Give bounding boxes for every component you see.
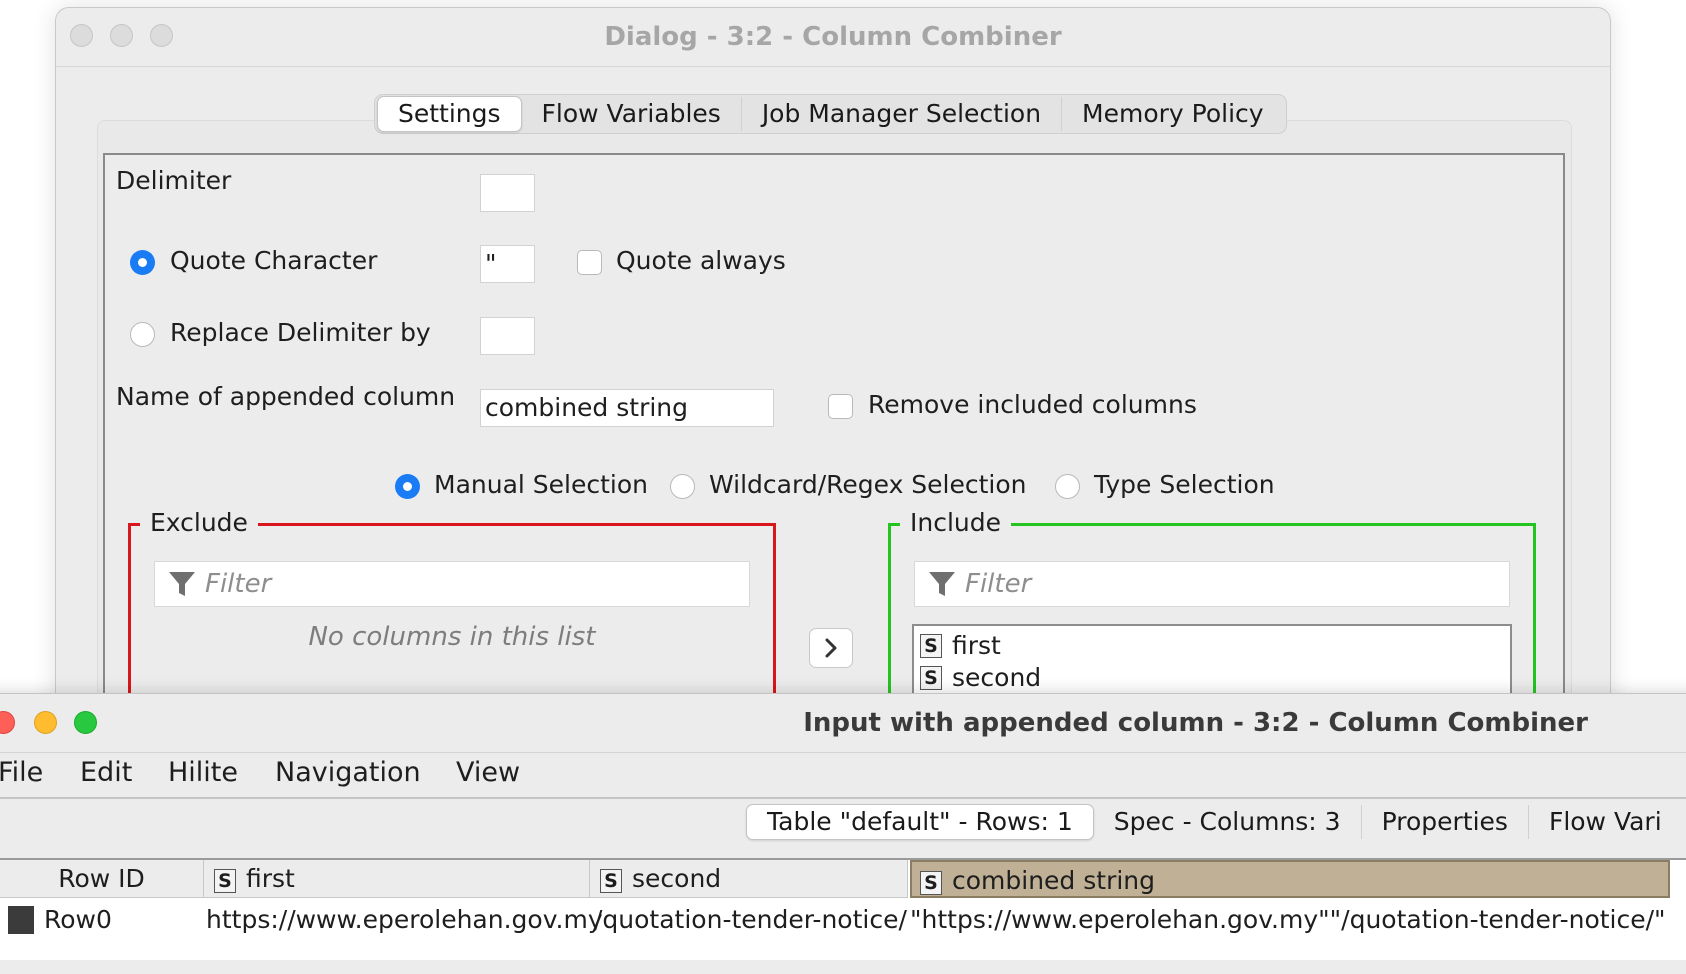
tab-memory-policy[interactable]: Memory Policy [1062, 97, 1284, 131]
tab-properties[interactable]: Properties [1362, 805, 1529, 839]
type-selection-label: Type Selection [1094, 470, 1275, 499]
zoom-window-button[interactable] [74, 711, 97, 734]
exclude-filter-input[interactable]: Filter [154, 561, 750, 607]
funnel-icon [169, 572, 195, 596]
data-table: Row ID Sfirst Ssecond Scombined string R… [0, 858, 1686, 960]
exclude-label: Exclude [140, 508, 258, 537]
header-label: first [246, 864, 295, 893]
quote-character-radio[interactable] [130, 250, 155, 275]
menu-file[interactable]: File [0, 757, 43, 788]
tab-table-default[interactable]: Table "default" - Rows: 1 [746, 804, 1094, 840]
appended-column-label: Name of appended column [116, 382, 456, 411]
menu-edit[interactable]: Edit [80, 757, 132, 788]
cell-second[interactable]: /quotation-tender-notice/ [594, 900, 907, 940]
include-filter-input[interactable]: Filter [914, 561, 1510, 607]
minimize-window-button[interactable] [34, 711, 57, 734]
exclude-filter-placeholder: Filter [205, 569, 272, 599]
string-type-icon: S [214, 869, 236, 893]
menu-navigation[interactable]: Navigation [275, 757, 421, 788]
quote-always-checkbox[interactable] [577, 250, 602, 275]
string-type-icon: S [920, 634, 942, 658]
add-column-button[interactable] [809, 628, 853, 668]
menu-view[interactable]: View [456, 757, 520, 788]
include-item-label: second [952, 663, 1042, 692]
header-combined-string[interactable]: Scombined string [910, 860, 1670, 898]
table-tabs: Table "default" - Rows: 1 Spec - Columns… [744, 802, 1684, 842]
row-id-cell: Row0 [44, 905, 112, 934]
string-type-icon: S [600, 869, 622, 893]
quote-character-label: Quote Character [170, 246, 378, 275]
manual-selection-radio[interactable] [395, 474, 420, 499]
tab-job-manager-selection[interactable]: Job Manager Selection [742, 97, 1063, 131]
list-item[interactable]: S second [920, 662, 1041, 694]
appended-column-field[interactable]: combined string [480, 389, 774, 427]
close-window-button[interactable] [0, 711, 15, 734]
include-filter-placeholder: Filter [965, 569, 1032, 599]
string-type-icon: S [920, 666, 942, 690]
tab-spec[interactable]: Spec - Columns: 3 [1094, 805, 1362, 839]
divider [0, 797, 1686, 799]
string-type-icon: S [920, 871, 942, 895]
remove-included-label: Remove included columns [868, 390, 1197, 419]
wildcard-regex-selection-radio[interactable] [670, 474, 695, 499]
manual-selection-label: Manual Selection [434, 470, 649, 499]
wildcard-regex-selection-label: Wildcard/Regex Selection [709, 470, 1027, 499]
header-row-id[interactable]: Row ID [0, 860, 204, 898]
menu-hilite[interactable]: Hilite [168, 757, 238, 788]
replace-delimiter-radio[interactable] [130, 322, 155, 347]
header-label: second [632, 864, 722, 893]
list-item[interactable]: S first [920, 630, 1001, 662]
table-row[interactable]: Row0 [8, 900, 112, 940]
exclude-empty-text: No columns in this list [308, 622, 596, 652]
include-label: Include [900, 508, 1012, 537]
delimiter-field[interactable] [480, 174, 535, 212]
type-selection-radio[interactable] [1055, 474, 1080, 499]
divider [0, 752, 1686, 753]
dialog-title: Dialog - 3:2 - Column Combiner [604, 22, 1062, 52]
include-item-label: first [952, 631, 1001, 660]
replace-delimiter-field[interactable] [480, 317, 535, 355]
header-second[interactable]: Ssecond [590, 860, 908, 898]
header-label: combined string [952, 866, 1156, 895]
tab-settings[interactable]: Settings [377, 96, 522, 132]
dialog-titlebar: Dialog - 3:2 - Column Combiner [56, 8, 1610, 67]
replace-delimiter-label: Replace Delimiter by [170, 318, 431, 347]
tab-flow-variables[interactable]: Flow Vari [1529, 805, 1682, 839]
header-first[interactable]: Sfirst [204, 860, 590, 898]
dialog-tabs: Settings Flow Variables Job Manager Sele… [374, 94, 1287, 134]
cell-combined-string[interactable]: "https://www.eperolehan.gov.my""/quotati… [910, 900, 1666, 940]
delimiter-label: Delimiter [116, 166, 232, 195]
tab-flow-variables[interactable]: Flow Variables [522, 97, 742, 131]
chevron-right-icon [825, 638, 837, 658]
quote-always-label: Quote always [616, 246, 786, 275]
row-color-icon [8, 906, 34, 934]
funnel-icon [929, 572, 955, 596]
remove-included-checkbox[interactable] [828, 394, 853, 419]
header-label: Row ID [58, 864, 145, 893]
cell-first[interactable]: https://www.eperolehan.gov.my [206, 900, 603, 940]
window-title: Input with appended column - 3:2 - Colum… [803, 708, 1588, 738]
quote-character-field[interactable]: " [480, 245, 535, 283]
